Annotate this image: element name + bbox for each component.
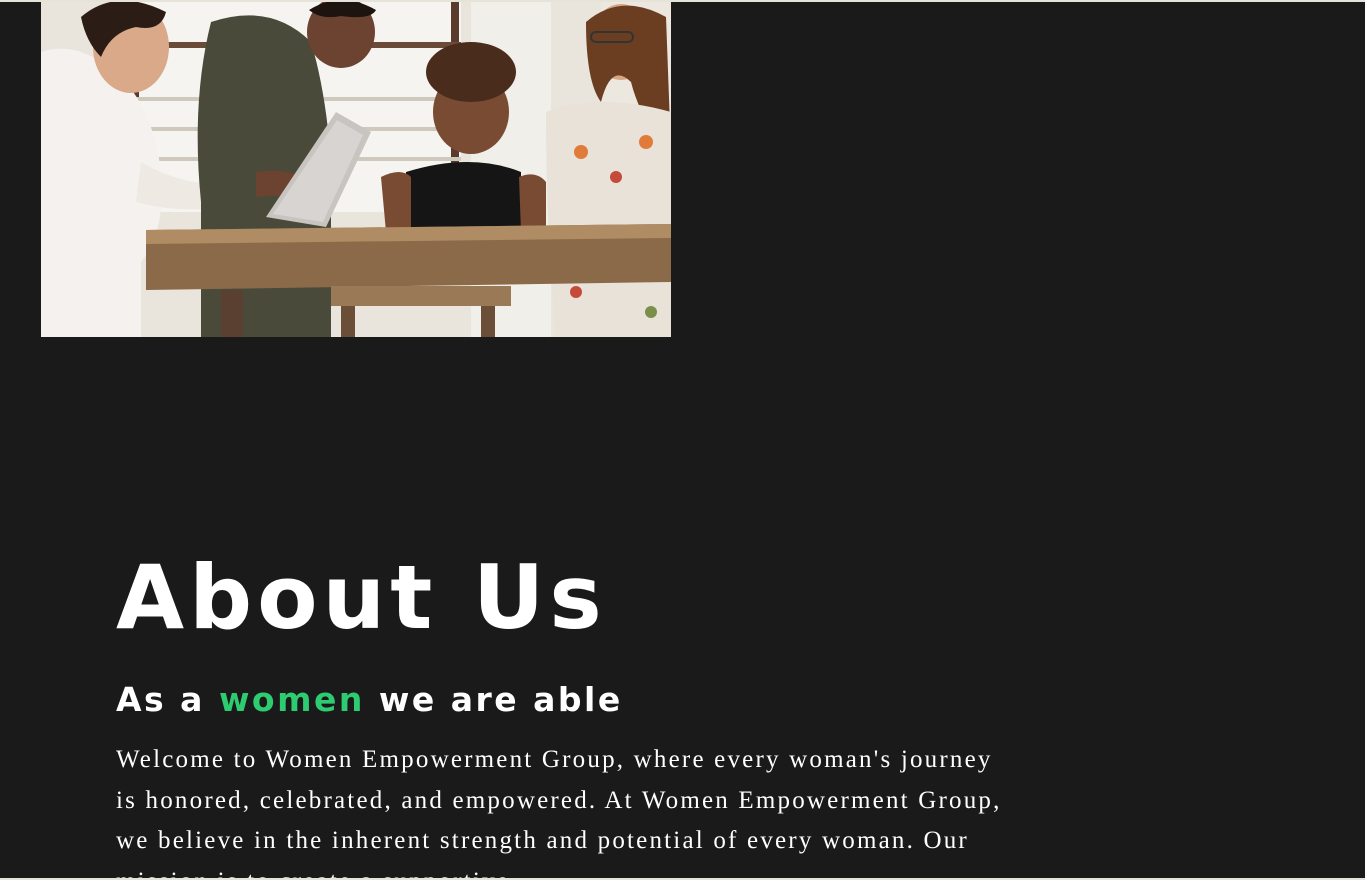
about-tagline: As a women we are able xyxy=(116,678,623,722)
tagline-accent-word: women xyxy=(218,680,365,719)
tagline-prefix: As a xyxy=(116,680,219,719)
about-title: About Us xyxy=(116,546,607,649)
page: About Us As a women we are able Welcome … xyxy=(0,0,1365,880)
tagline-suffix: we are able xyxy=(364,680,623,719)
about-intro-text: Welcome to Women Empowerment Group, wher… xyxy=(116,746,1002,880)
hero-image xyxy=(41,2,671,337)
